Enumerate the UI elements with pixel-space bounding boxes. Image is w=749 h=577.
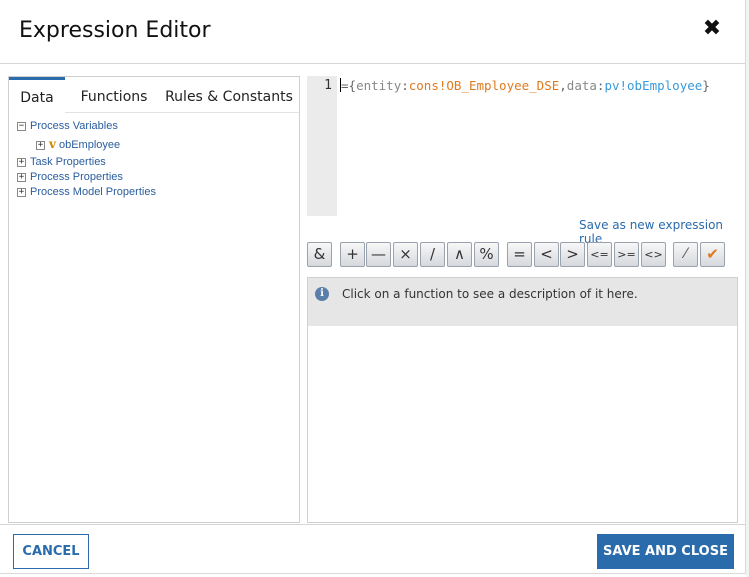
variable-icon: v (49, 137, 56, 151)
code-token: cons!OB_Employee_DSE (408, 78, 560, 93)
greater-equal-button[interactable]: >= (614, 242, 639, 267)
tree-item-process-variables[interactable]: − Process Variables (17, 119, 118, 133)
tree-item-label: Task Properties (30, 156, 106, 168)
minus-button[interactable]: — (366, 242, 391, 267)
tree-item-label: obEmployee (58, 139, 121, 151)
dialog-header: Expression Editor ✖ (0, 0, 746, 64)
expression-code-editor[interactable]: 1 ={entity:cons!OB_Employee_DSE,data:pv!… (307, 76, 738, 216)
tree-item-process-properties[interactable]: + Process Properties (17, 170, 123, 184)
description-bar: i Click on a function to see a descripti… (308, 278, 737, 326)
operator-toolbar: & + — × / ∧ % = < > <= >= <> ⁄ ✔ (307, 242, 739, 268)
less-equal-button[interactable]: <= (587, 242, 612, 267)
multiply-button[interactable]: × (393, 242, 418, 267)
description-text: Click on a function to see a description… (342, 287, 638, 301)
less-than-button[interactable]: < (534, 242, 559, 267)
panel-tabs: Data Functions Rules & Constants (9, 77, 299, 113)
equals-button[interactable]: = (507, 242, 532, 267)
plus-button[interactable]: + (340, 242, 365, 267)
tree-item-label: Process Variables (30, 120, 118, 132)
tree-item-task-properties[interactable]: + Task Properties (17, 155, 106, 169)
tab-functions[interactable]: Functions (71, 77, 157, 113)
code-token: pv!obEmployee (604, 78, 703, 93)
dialog-title: Expression Editor (19, 18, 211, 43)
tree-item-label: Process Properties (30, 171, 123, 183)
code-token: , (559, 78, 567, 93)
code-token: } (702, 78, 710, 93)
tree-item-label: Process Model Properties (30, 186, 156, 198)
collapse-icon[interactable]: − (17, 121, 26, 131)
expand-icon[interactable]: + (17, 172, 26, 182)
code-token: ={ (341, 78, 357, 93)
expand-icon[interactable]: + (17, 157, 26, 167)
tab-rules-constants[interactable]: Rules & Constants (161, 77, 297, 113)
not-equal-button[interactable]: <> (641, 242, 666, 267)
power-button[interactable]: ∧ (447, 242, 472, 267)
info-icon: i (315, 287, 329, 301)
greater-than-button[interactable]: > (560, 242, 585, 267)
save-and-close-button[interactable]: SAVE AND CLOSE (597, 534, 734, 569)
magic-wand-icon[interactable]: ⁄ (673, 242, 698, 267)
line-number-gutter: 1 (307, 76, 337, 216)
data-panel: Data Functions Rules & Constants − Proces… (8, 76, 300, 523)
percent-button[interactable]: % (474, 242, 499, 267)
tab-data[interactable]: Data (9, 77, 65, 113)
expression-editor-dialog: Expression Editor ✖ Data Functions Rules… (0, 0, 746, 574)
expand-icon[interactable]: + (17, 187, 26, 197)
check-icon[interactable]: ✔ (700, 242, 725, 267)
close-icon[interactable]: ✖ (702, 16, 722, 40)
code-token: : (401, 78, 409, 93)
dialog-footer: CANCEL SAVE AND CLOSE (0, 524, 746, 574)
divide-button[interactable]: / (420, 242, 445, 267)
code-token: entity (356, 78, 402, 93)
tree-item-process-model-properties[interactable]: + Process Model Properties (17, 185, 156, 199)
code-token: data (566, 78, 597, 93)
tree-item-obemployee[interactable]: + v obEmployee (36, 137, 120, 151)
expand-icon[interactable]: + (36, 140, 45, 150)
function-description-panel: i Click on a function to see a descripti… (307, 277, 738, 523)
code-line[interactable]: ={entity:cons!OB_Employee_DSE,data:pv!ob… (340, 78, 710, 93)
ampersand-button[interactable]: & (307, 242, 332, 267)
cancel-button[interactable]: CANCEL (13, 534, 89, 569)
